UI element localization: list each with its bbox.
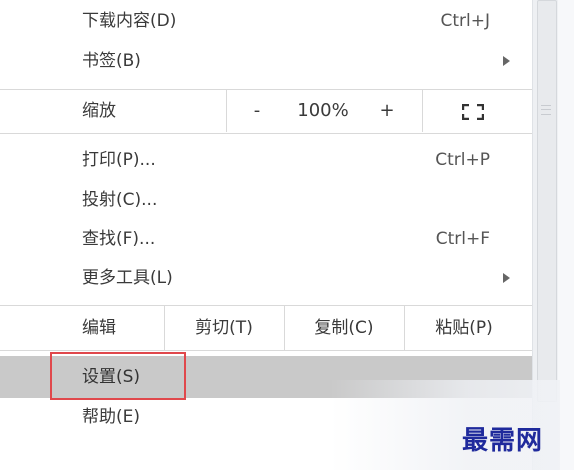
bookmarks-label: 书签(B) [82,51,141,71]
menu-item-downloads[interactable]: 下载内容(D) Ctrl+J [0,2,532,40]
more-tools-label: 更多工具(L) [82,268,173,288]
menu-item-bookmarks[interactable]: 书签(B) [0,42,532,80]
cast-label: 投射(C)... [82,190,158,210]
zoom-row: 缩放 - 100% + [0,90,532,132]
downloads-shortcut: Ctrl+J [440,11,490,31]
fullscreen-icon[interactable] [462,104,484,120]
submenu-arrow-icon [503,273,510,283]
settings-highlight-box [50,352,186,400]
copy-button[interactable]: 复制(C) [285,306,403,350]
edit-label: 编辑 [82,318,116,338]
downloads-label: 下载内容(D) [82,11,177,31]
menu-item-cast[interactable]: 投射(C)... [0,181,532,219]
scrollbar-thumb[interactable] [537,0,557,402]
zoom-divider [226,90,227,132]
zoom-out-button[interactable]: - [232,90,282,132]
zoom-divider [422,90,423,132]
print-label: 打印(P)... [82,150,156,170]
menu-separator [0,350,532,351]
zoom-level: 100% [297,100,349,121]
watermark-text: 最需网 [462,426,544,456]
paste-button[interactable]: 粘贴(P) [405,306,523,350]
cut-button[interactable]: 剪切(T) [165,306,283,350]
menu-separator [0,133,532,134]
zoom-in-button[interactable]: + [362,90,412,132]
help-label: 帮助(E) [82,407,141,427]
zoom-label: 缩放 [82,101,116,121]
print-shortcut: Ctrl+P [435,150,490,170]
menu-item-more-tools[interactable]: 更多工具(L) [0,259,532,297]
scrollbar-grip-icon [541,105,551,115]
find-label: 查找(F)... [82,229,156,249]
background-page-edge [558,0,574,470]
menu-item-print[interactable]: 打印(P)... Ctrl+P [0,141,532,179]
menu-item-find[interactable]: 查找(F)... Ctrl+F [0,220,532,258]
find-shortcut: Ctrl+F [435,229,490,249]
edit-row: 编辑 剪切(T) 复制(C) 粘贴(P) [0,306,532,350]
submenu-arrow-icon [503,56,510,66]
